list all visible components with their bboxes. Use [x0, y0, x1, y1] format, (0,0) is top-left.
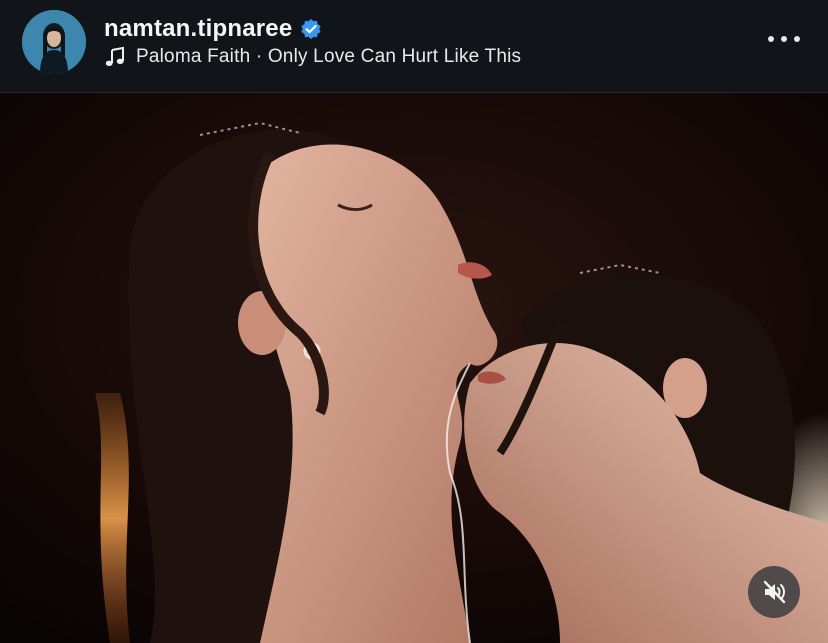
- username[interactable]: namtan.tipnaree: [104, 15, 292, 43]
- more-dot-icon: [781, 36, 787, 42]
- username-row: namtan.tipnaree: [104, 14, 322, 44]
- audio-track-label: Paloma Faith · Only Love Can Hurt Like T…: [136, 46, 522, 67]
- avatar[interactable]: [22, 10, 86, 74]
- verified-badge-icon: [300, 18, 322, 40]
- post-header: namtan.tipnaree Paloma Faith · Only Love…: [0, 0, 828, 93]
- speaker-muted-icon: [763, 580, 786, 604]
- music-note-icon: [104, 46, 126, 68]
- more-options-button[interactable]: [768, 28, 800, 50]
- mute-toggle-button[interactable]: [748, 566, 800, 618]
- more-dot-icon: [768, 36, 774, 42]
- post-media-video[interactable]: [0, 93, 828, 643]
- audio-track-row[interactable]: Paloma Faith · Only Love Can Hurt Like T…: [104, 44, 521, 70]
- video-frame-image: [0, 93, 828, 643]
- more-dot-icon: [794, 36, 800, 42]
